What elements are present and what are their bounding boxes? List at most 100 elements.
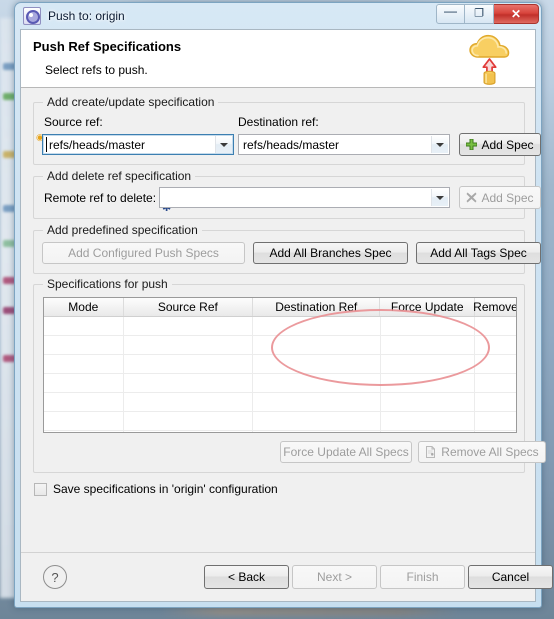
table-column-header[interactable]: Remove xyxy=(473,298,516,316)
add-all-branches-spec-button[interactable]: Add All Branches Spec xyxy=(253,242,408,264)
table-cell xyxy=(44,431,124,432)
specifications-table[interactable]: Mode Source Ref Destination Ref Force Updat… xyxy=(43,297,517,433)
table-row[interactable] xyxy=(44,412,516,431)
table-cell xyxy=(381,412,476,430)
save-specifications-checkbox[interactable] xyxy=(34,482,47,496)
finish-button-label: Finish xyxy=(406,570,439,584)
table-row[interactable] xyxy=(44,336,516,355)
table-column-header[interactable]: Force Update xyxy=(380,298,475,316)
chevron-down-icon[interactable] xyxy=(431,189,448,206)
destination-ref-combo[interactable]: refs/heads/master xyxy=(238,134,450,155)
dialog-content: Push Ref Specifications Select refs to p… xyxy=(20,29,553,602)
dialog-footer: ? < Back Next > Finish Cancel xyxy=(21,552,553,601)
destination-ref-label: Destination ref: xyxy=(238,115,319,129)
table-cell xyxy=(253,355,381,373)
add-all-branches-spec-label: Add All Branches Spec xyxy=(269,246,392,260)
table-cell xyxy=(124,336,254,354)
add-configured-push-specs-button[interactable]: Add Configured Push Specs xyxy=(42,242,245,264)
table-cell xyxy=(253,317,381,335)
table-row[interactable] xyxy=(44,374,516,393)
table-cell xyxy=(44,317,124,335)
table-cell xyxy=(381,317,476,335)
window-title: Push to: origin xyxy=(48,9,125,23)
minimize-button[interactable]: — xyxy=(436,4,465,24)
table-row[interactable] xyxy=(44,393,516,412)
window-controls: — ❐ ✕ xyxy=(436,4,539,24)
table-cell xyxy=(124,393,254,411)
table-cell xyxy=(381,336,476,354)
group-delete-ref-specification: Add delete ref specification Remote ref … xyxy=(33,169,541,219)
table-cell xyxy=(381,355,476,373)
push-dialog-window: Push to: origin — ❐ ✕ Push Ref Specifica… xyxy=(14,2,553,608)
table-row[interactable] xyxy=(44,317,516,336)
next-button-label: Next > xyxy=(316,570,352,584)
dialog-body: Add create/update specification Source r… xyxy=(21,88,546,553)
group-create-update-title: Add create/update specification xyxy=(43,95,219,109)
save-specifications-label: Save specifications in 'origin' configur… xyxy=(53,482,278,496)
table-cell xyxy=(44,355,124,373)
remove-all-specs-button[interactable]: Remove All Specs xyxy=(418,441,546,463)
group-predefined-title: Add predefined specification xyxy=(43,223,202,237)
add-spec-create-button[interactable]: Add Spec xyxy=(459,133,541,156)
minimize-icon: — xyxy=(444,3,457,19)
add-spec-create-label: Add Spec xyxy=(481,137,534,152)
table-cell xyxy=(124,355,254,373)
table-cell xyxy=(124,431,254,432)
table-cell xyxy=(381,374,476,392)
chevron-down-icon[interactable] xyxy=(431,136,448,153)
table-cell xyxy=(475,431,516,432)
green-plus-icon xyxy=(466,139,478,150)
table-column-header[interactable]: Mode xyxy=(44,298,124,316)
table-row[interactable] xyxy=(44,431,516,432)
remove-document-icon xyxy=(425,446,437,458)
table-cell xyxy=(475,374,516,392)
back-button[interactable]: < Back xyxy=(204,565,289,589)
back-button-label: < Back xyxy=(227,570,266,584)
source-ref-combo[interactable]: refs/heads/master xyxy=(42,134,234,155)
save-specifications-checkbox-row[interactable]: Save specifications in 'origin' configur… xyxy=(34,482,278,496)
force-update-all-specs-button[interactable]: Force Update All Specs xyxy=(280,441,412,463)
group-predefined-specification: Add predefined specification Add Configu… xyxy=(33,223,541,274)
table-column-header[interactable]: Destination Ref xyxy=(253,298,381,316)
next-button[interactable]: Next > xyxy=(292,565,377,589)
wizard-header: Push Ref Specifications Select refs to p… xyxy=(21,30,535,88)
table-column-header[interactable]: Source Ref xyxy=(124,298,254,316)
group-create-update-specification: Add create/update specification Source r… xyxy=(33,95,541,165)
add-configured-push-specs-label: Add Configured Push Specs xyxy=(68,246,219,260)
table-cell xyxy=(475,412,516,430)
add-spec-delete-button[interactable]: Add Spec xyxy=(459,186,541,209)
cancel-button[interactable]: Cancel xyxy=(468,565,553,589)
add-all-tags-spec-label: Add All Tags Spec xyxy=(430,246,527,260)
page-description: Select refs to push. xyxy=(45,63,148,77)
title-bar: Push to: origin — ❐ ✕ xyxy=(15,3,541,29)
table-cell xyxy=(475,336,516,354)
table-cell xyxy=(44,393,124,411)
remove-all-specs-label: Remove All Specs xyxy=(441,445,539,459)
table-cell xyxy=(475,355,516,373)
table-row[interactable] xyxy=(44,355,516,374)
table-cell xyxy=(253,336,381,354)
help-button[interactable]: ? xyxy=(43,565,67,589)
add-spec-delete-label: Add Spec xyxy=(481,190,534,205)
maximize-button[interactable]: ❐ xyxy=(465,4,494,24)
add-all-tags-spec-button[interactable]: Add All Tags Spec xyxy=(416,242,541,264)
table-cell xyxy=(124,317,254,335)
table-cell xyxy=(253,431,381,432)
cancel-button-label: Cancel xyxy=(491,570,530,584)
remote-ref-to-delete-label: Remote ref to delete: xyxy=(44,191,157,205)
table-cell xyxy=(124,374,254,392)
group-delete-ref-title: Add delete ref specification xyxy=(43,169,196,183)
gray-x-icon xyxy=(466,192,477,203)
remote-ref-to-delete-combo[interactable] xyxy=(159,187,450,208)
table-cell xyxy=(44,374,124,392)
group-specifications-for-push: Specifications for push Mode Source Ref De… xyxy=(33,277,546,473)
force-update-all-specs-label: Force Update All Specs xyxy=(283,445,409,459)
close-button[interactable]: ✕ xyxy=(494,4,539,24)
table-cell xyxy=(475,317,516,335)
table-cell xyxy=(475,393,516,411)
table-cell xyxy=(253,374,381,392)
finish-button[interactable]: Finish xyxy=(380,565,465,589)
table-cell xyxy=(381,393,476,411)
chevron-down-icon[interactable] xyxy=(215,136,232,153)
question-mark-icon: ? xyxy=(51,569,59,585)
